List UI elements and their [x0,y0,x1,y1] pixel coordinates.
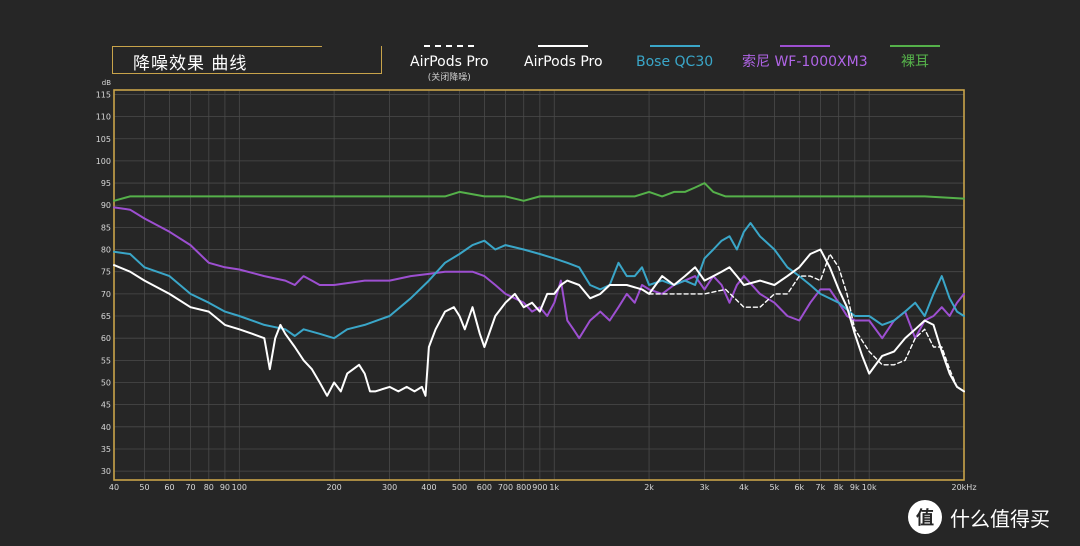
x-tick-label: 100 [232,483,247,492]
legend-swatch-blue [649,45,700,47]
x-tick-label: 20kHz [951,483,976,492]
legend-swatch-purple [779,45,830,47]
x-tick-label: 9k [850,483,860,492]
y-unit-label: dB [102,79,111,87]
chart-title-box: 降噪效果 曲线 [112,46,382,74]
smzdm-logo-icon: 值 [908,500,942,534]
y-tick-label: 90 [101,201,111,210]
legend-label-sony: 索尼 WF-1000XM3 [742,54,868,70]
legend-item-airpods-pro: AirPods Pro [524,45,603,70]
legend-label-airpods-pro: AirPods Pro [524,54,603,70]
title-box-top-line [112,46,322,47]
x-tick-label: 7k [816,483,826,492]
legend-swatch-green [890,45,940,47]
y-tick-label: 30 [101,467,111,476]
x-tick-label: 1k [549,483,559,492]
x-tick-label: 800 [516,483,531,492]
y-tick-label: 95 [101,179,111,188]
legend-item-bose: Bose QC30 [636,45,713,70]
series-line-0 [648,253,965,393]
x-tick-label: 80 [204,483,214,492]
y-tick-label: 60 [101,334,111,343]
y-tick-label: 115 [96,90,111,99]
x-tick-label: 60 [164,483,174,492]
legend-label-bose: Bose QC30 [636,54,714,70]
legend-sublabel-anc-off: (关闭降噪) [427,73,471,83]
watermark: 值 什么值得买 [908,500,1050,534]
series-line-2 [113,222,965,340]
y-tick-label: 50 [101,379,111,388]
x-tick-label: 8k [834,483,844,492]
y-tick-label: 80 [101,246,111,255]
x-tick-label: 400 [421,483,436,492]
x-tick-label: 900 [532,483,547,492]
x-tick-label: 200 [326,483,341,492]
x-tick-label: 40 [109,483,119,492]
watermark-text: 什么值得买 [950,506,1050,531]
x-tick-label: 700 [498,483,513,492]
x-tick-label: 10k [862,483,877,492]
legend-swatch-white [538,45,589,47]
y-tick-label: 65 [101,312,111,321]
y-tick-label: 35 [101,445,111,454]
y-tick-label: 110 [96,113,111,122]
x-tick-label: 90 [220,483,230,492]
legend-item-airpods-off: AirPods Pro (关闭降噪) [410,45,489,83]
y-tick-label: 70 [101,290,111,299]
x-tick-label: 70 [185,483,195,492]
x-tick-label: 500 [452,483,467,492]
x-tick-label: 50 [139,483,149,492]
x-tick-label: 4k [739,483,749,492]
x-tick-label: 2k [644,483,654,492]
legend-label-bare-ear: 裸耳 [901,54,929,70]
legend-item-sony: 索尼 WF-1000XM3 [742,45,868,71]
y-tick-label: 40 [101,423,111,432]
y-tick-label: 75 [101,268,111,277]
y-tick-label: 45 [101,401,111,410]
x-tick-label: 6k [794,483,804,492]
series-line-4 [113,182,965,202]
noise-cancellation-chart: 115 110 105 100 95 90 85 80 75 70 65 60 55 50 45 40 35 30… [96,79,977,492]
chart-title: 降噪效果 曲线 [133,54,248,74]
y-tick-label: 85 [101,223,111,232]
x-tick-label: 3k [700,483,710,492]
y-tick-label: 100 [96,157,111,166]
x-tick-label: 300 [382,483,397,492]
y-tick-label: 105 [96,135,111,144]
legend-label-airpods-off: AirPods Pro [410,54,489,70]
x-tick-label: 600 [477,483,492,492]
legend-swatch-dashed [424,45,475,47]
x-tick-label: 5k [770,483,780,492]
legend-item-bare-ear: 裸耳 [890,45,940,71]
y-tick-label: 55 [101,356,111,365]
